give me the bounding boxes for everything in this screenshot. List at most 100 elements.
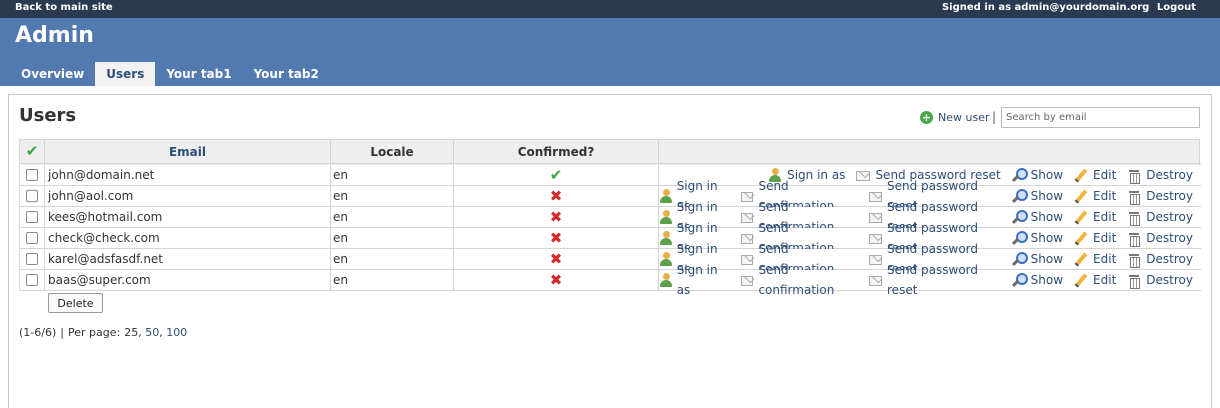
destroy-link[interactable]: Destroy (1127, 249, 1193, 269)
per-page-100-link[interactable]: 100 (166, 326, 187, 339)
table-row: karel@adsfasdf.net en ✖ Sign in as Send … (20, 242, 1201, 276)
zoom-icon (1012, 231, 1028, 245)
send-confirmation-link[interactable]: Send confirmation (740, 260, 859, 300)
locale-cell: en (331, 186, 454, 207)
not-confirmed-x-icon: ✖ (549, 187, 563, 205)
email-cell: baas@super.com (45, 270, 331, 291)
locale-cell: en (331, 270, 454, 291)
not-confirmed-x-icon: ✖ (549, 271, 563, 289)
new-user-label: New user (938, 111, 990, 124)
show-link[interactable]: Show (1012, 165, 1063, 185)
table-row: john@domain.net en ✔ Sign in as Send pas… (20, 165, 1201, 186)
tab-overview[interactable]: Overview (10, 62, 95, 86)
pencil-icon (1074, 252, 1088, 266)
not-confirmed-x-icon: ✖ (549, 208, 563, 226)
per-page-current: 25 (124, 326, 139, 339)
show-link[interactable]: Show (1012, 249, 1063, 269)
account-info: Signed in as admin@yourdomain.org Logout (942, 2, 1196, 13)
plus-icon: + (920, 111, 933, 124)
zoom-icon (1012, 168, 1028, 182)
page-title: Users (19, 105, 77, 126)
trash-icon (1127, 210, 1141, 226)
trash-icon (1127, 273, 1141, 289)
new-user-button[interactable]: + New user (920, 111, 989, 124)
trash-icon (1127, 231, 1141, 247)
email-cell: check@check.com (45, 228, 331, 249)
select-all-header[interactable]: ✔ (20, 140, 45, 164)
not-confirmed-x-icon: ✖ (549, 250, 563, 268)
sign-in-as-link[interactable]: Sign in as (659, 260, 730, 300)
admin-header: Admin Overview Users Your tab1 Your tab2 (0, 18, 1220, 86)
locale-cell: en (331, 249, 454, 270)
show-link[interactable]: Show (1012, 186, 1063, 206)
row-checkbox[interactable] (26, 232, 38, 244)
signed-in-text: Signed in as admin@yourdomain.org (941, 2, 1150, 13)
user-icon (659, 273, 672, 287)
row-checkbox[interactable] (26, 274, 38, 286)
tab-your-tab1[interactable]: Your tab1 (155, 62, 242, 86)
delete-button[interactable]: Delete (48, 293, 103, 313)
destroy-link[interactable]: Destroy (1127, 165, 1193, 185)
tab-your-tab2[interactable]: Your tab2 (243, 62, 330, 86)
confirmed-check-icon: ✔ (549, 166, 563, 184)
destroy-link[interactable]: Destroy (1127, 207, 1193, 227)
per-page-label: Per page: (67, 326, 121, 339)
edit-link[interactable]: Edit (1074, 228, 1116, 248)
destroy-link[interactable]: Destroy (1127, 186, 1193, 206)
locale-cell: en (331, 165, 454, 186)
logout-link[interactable]: Logout (1157, 2, 1196, 13)
email-cell: kees@hotmail.com (45, 207, 331, 228)
trash-icon (1127, 252, 1141, 268)
destroy-link[interactable]: Destroy (1127, 228, 1193, 248)
pagination-separator: | (60, 326, 64, 339)
row-checkbox[interactable] (26, 253, 38, 265)
show-link[interactable]: Show (1012, 270, 1063, 290)
zoom-icon (1012, 252, 1028, 266)
pencil-icon (1074, 231, 1088, 245)
column-header-email[interactable]: Email (45, 140, 331, 164)
show-link[interactable]: Show (1012, 207, 1063, 227)
back-to-main-site-link[interactable]: Back to main site (15, 2, 113, 13)
edit-link[interactable]: Edit (1074, 249, 1116, 269)
table-row: kees@hotmail.com en ✖ Sign in as Send co… (20, 200, 1201, 234)
top-bar: Back to main site Signed in as admin@you… (0, 0, 1220, 18)
destroy-link[interactable]: Destroy (1127, 270, 1193, 290)
row-checkbox[interactable] (26, 211, 38, 223)
envelope-icon (869, 276, 883, 286)
column-header-locale: Locale (331, 140, 454, 164)
column-header-confirmed: Confirmed? (454, 140, 659, 164)
pagination-range: (1-6/6) (19, 326, 57, 339)
show-link[interactable]: Show (1012, 228, 1063, 248)
per-page-50-link[interactable]: 50 (145, 326, 159, 339)
pencil-icon (1074, 189, 1088, 203)
checkmark-icon[interactable]: ✔ (26, 142, 39, 160)
pencil-icon (1074, 168, 1088, 182)
table-row: check@check.com en ✖ Sign in as Send con… (20, 221, 1201, 255)
row-checkbox[interactable] (26, 190, 38, 202)
row-checkbox[interactable] (26, 169, 38, 181)
tab-bar: Overview Users Your tab1 Your tab2 (10, 62, 330, 86)
locale-cell: en (331, 207, 454, 228)
edit-link[interactable]: Edit (1074, 270, 1116, 290)
email-cell: john@aol.com (45, 186, 331, 207)
edit-link[interactable]: Edit (1074, 165, 1116, 185)
not-confirmed-x-icon: ✖ (549, 229, 563, 247)
edit-link[interactable]: Edit (1074, 207, 1116, 227)
separator: | (992, 110, 997, 124)
zoom-icon (1012, 189, 1028, 203)
trash-icon (1127, 189, 1141, 205)
zoom-icon (1012, 273, 1028, 287)
pencil-icon (1074, 273, 1088, 287)
zoom-icon (1012, 210, 1028, 224)
row-actions: Sign in as Send confirmation Send passwo… (659, 263, 1201, 297)
trash-icon (1127, 168, 1141, 184)
main-content: Users + New user | ✔ Email Locale Confir… (8, 94, 1212, 408)
send-password-reset-link[interactable]: Send password reset (869, 260, 1001, 300)
table-row: john@aol.com en ✖ Sign in as Send confir… (20, 179, 1201, 213)
pencil-icon (1074, 210, 1088, 224)
edit-link[interactable]: Edit (1074, 186, 1116, 206)
tab-users[interactable]: Users (95, 62, 156, 86)
column-header-actions (659, 140, 1201, 164)
search-input[interactable] (1001, 107, 1200, 128)
users-table: ✔ Email Locale Confirmed? john@domain.ne… (19, 139, 1201, 297)
